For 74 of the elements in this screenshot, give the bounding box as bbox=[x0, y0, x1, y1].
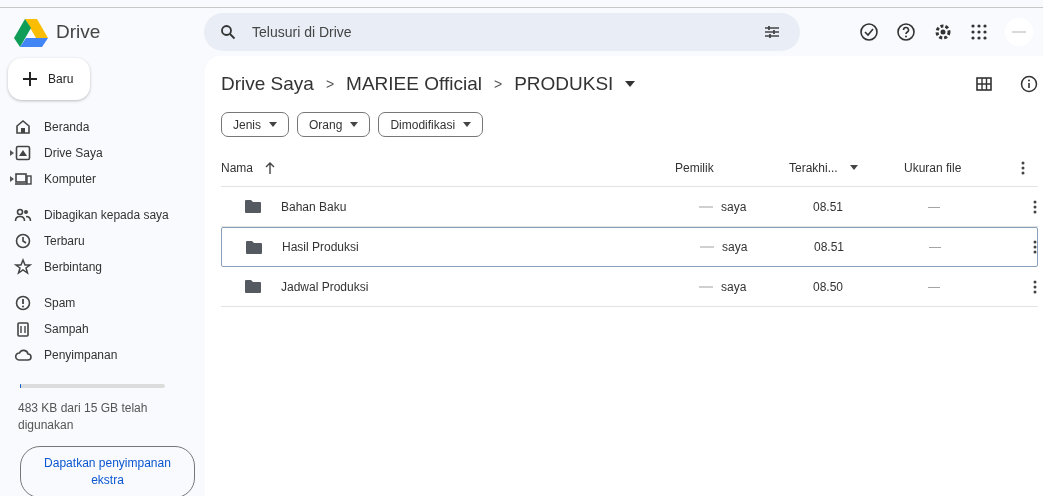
owner-name: saya bbox=[721, 199, 747, 214]
breadcrumb-item[interactable]: MARIEE Official bbox=[346, 73, 482, 95]
caret-icon[interactable] bbox=[849, 165, 858, 170]
column-header[interactable]: Terakhi... bbox=[789, 160, 838, 175]
caret-icon bbox=[269, 122, 277, 127]
new-button[interactable]: Baru bbox=[8, 58, 90, 100]
dropdown-caret-icon[interactable] bbox=[625, 81, 636, 87]
owner-name: saya bbox=[721, 279, 747, 294]
help-icon[interactable] bbox=[896, 22, 916, 42]
search-field[interactable]: Telusuri di Drive bbox=[250, 23, 750, 41]
breadcrumb-separator: > bbox=[493, 76, 503, 92]
sort-up-arrow-icon[interactable] bbox=[265, 161, 275, 174]
sidebar-item[interactable]: Terbaru bbox=[8, 228, 195, 254]
folder-icon bbox=[246, 240, 262, 254]
grid-view-icon[interactable] bbox=[976, 77, 992, 91]
drive-logo-icon bbox=[14, 17, 48, 47]
file-name: Bahan Baku bbox=[281, 199, 347, 214]
info-icon[interactable] bbox=[1020, 75, 1038, 93]
file-size: — bbox=[928, 279, 940, 294]
column-header[interactable]: Pemilik bbox=[675, 160, 714, 175]
sidebar-item[interactable]: Berbintang bbox=[8, 254, 195, 280]
settings-icon[interactable] bbox=[933, 22, 953, 42]
people-icon bbox=[14, 206, 32, 224]
file-row[interactable]: Hasil Produksi saya 08.51 — bbox=[221, 227, 1038, 267]
column-header[interactable]: Ukuran file bbox=[904, 160, 962, 175]
sidebar-item[interactable]: Penyimpanan bbox=[8, 342, 195, 368]
filter-sliders-icon[interactable] bbox=[764, 24, 780, 40]
caret-icon bbox=[350, 122, 359, 127]
plus-icon bbox=[22, 71, 38, 87]
apps-grid-icon[interactable] bbox=[970, 23, 988, 41]
caret-icon bbox=[463, 122, 472, 127]
folder-icon bbox=[245, 280, 261, 293]
filter-chip[interactable]: Dimodifikasi bbox=[378, 112, 484, 137]
filter-chip[interactable]: Jenis bbox=[221, 112, 289, 137]
modified-time: 08.50 bbox=[813, 279, 844, 294]
computer-icon bbox=[14, 170, 32, 188]
sidebar-item[interactable]: Sampah bbox=[8, 316, 195, 342]
sidebar-item[interactable]: Spam bbox=[8, 290, 195, 316]
sidebar-item[interactable]: Beranda bbox=[8, 114, 195, 140]
storage-usage-text: 483 KB dari 15 GB telah digunakan bbox=[17, 400, 149, 434]
file-size: — bbox=[929, 240, 941, 254]
more-vertical-icon[interactable] bbox=[1033, 279, 1037, 294]
breadcrumb-item[interactable]: PRODUKSI bbox=[514, 73, 614, 95]
file-row[interactable]: Bahan Baku saya 08.51 — bbox=[221, 187, 1038, 227]
modified-time: 08.51 bbox=[813, 199, 844, 214]
sidebar-item[interactable]: Komputer bbox=[8, 166, 195, 192]
home-icon bbox=[14, 118, 32, 136]
column-header[interactable]: Nama bbox=[221, 160, 253, 175]
more-vertical-icon[interactable] bbox=[1033, 199, 1037, 214]
breadcrumb-item[interactable]: Drive Saya bbox=[221, 73, 314, 95]
folder-icon bbox=[245, 200, 261, 213]
spam-icon bbox=[14, 294, 32, 312]
check-circle-icon[interactable] bbox=[859, 22, 879, 42]
search-icon bbox=[220, 24, 236, 40]
star-icon bbox=[14, 258, 32, 276]
file-size: — bbox=[928, 199, 940, 214]
expand-caret-icon[interactable] bbox=[10, 176, 14, 182]
breadcrumb-separator: > bbox=[325, 76, 335, 92]
modified-time: 08.51 bbox=[814, 240, 845, 254]
file-name: Jadwal Produksi bbox=[281, 279, 369, 294]
sidebar-item[interactable]: Drive Saya bbox=[8, 140, 195, 166]
filter-chip[interactable]: Orang bbox=[297, 112, 371, 137]
sidebar-item[interactable]: Dibagikan kepada saya bbox=[8, 202, 195, 228]
more-vertical-icon[interactable] bbox=[1021, 160, 1025, 175]
trash-icon bbox=[14, 320, 32, 338]
clock-icon bbox=[14, 232, 32, 250]
file-row[interactable]: Jadwal Produksi saya 08.50 — bbox=[221, 267, 1038, 307]
more-vertical-icon[interactable] bbox=[1033, 240, 1037, 254]
expand-caret-icon[interactable] bbox=[10, 150, 14, 156]
owner-name: saya bbox=[722, 240, 748, 254]
file-name: Hasil Produksi bbox=[282, 240, 359, 254]
search-bar[interactable]: Telusuri di Drive bbox=[204, 13, 800, 51]
app-name: Drive bbox=[56, 21, 101, 43]
drive-icon bbox=[14, 144, 32, 162]
